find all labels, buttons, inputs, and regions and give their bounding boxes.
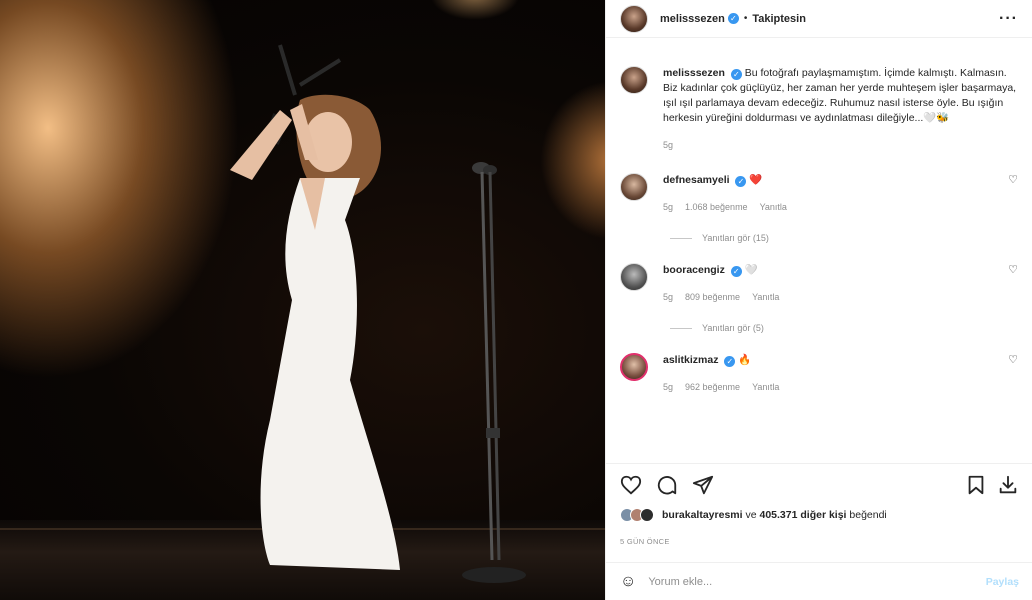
comment-icon[interactable] [656,474,678,496]
avatar[interactable] [620,353,648,381]
avatar[interactable] [620,66,648,94]
liked-by-connector: ve [745,509,757,521]
comment-like-heart-icon[interactable]: ♡ [1008,173,1018,186]
verified-badge-icon: ✓ [727,13,739,24]
liked-by-others[interactable]: 405.371 diğer kişi [759,509,846,521]
comment-likes[interactable]: 962 beğenme [685,382,740,392]
liker-avatars[interactable] [620,508,654,522]
photo-scene [230,44,526,583]
emoji-icon[interactable]: ☺ [620,573,636,591]
author-username[interactable]: melisssezen [660,13,725,25]
comment-username[interactable]: booracengiz [663,264,725,276]
comment-text: 🔥 [738,354,752,366]
liked-by-user[interactable]: burakaltayresmi [662,509,743,521]
replies-line [670,237,692,239]
comment-time[interactable]: 5g [663,292,673,302]
comment-time[interactable]: 5g [663,382,673,392]
bookmark-icon[interactable] [965,474,987,496]
reply-button[interactable]: Yanıtla [752,292,779,302]
view-replies[interactable]: Yanıtları gör (5) [670,323,1022,333]
view-replies-label[interactable]: Yanıtları gör (5) [702,323,764,333]
replies-line [670,327,692,329]
verified-badge-icon: ✓ [724,356,736,367]
more-options-icon[interactable]: ··· [999,10,1018,28]
reply-button[interactable]: Yanıtla [760,202,787,212]
send-icon[interactable] [692,474,714,496]
avatar [640,508,654,522]
comment-text: ❤️ [749,174,763,186]
post-comment-button[interactable]: Paylaş [986,576,1019,588]
action-bar [606,463,1032,505]
avatar[interactable] [620,4,648,33]
post-header: melisssezen ✓ • Takiptesin ··· [606,0,1032,38]
heart-icon[interactable] [620,474,642,496]
comment-time[interactable]: 5g [663,202,673,212]
verified-badge-icon: ✓ [735,176,747,187]
comment-item: booracengiz ✓ 🤍 5g 809 beğenme Yanıtla ♡ [620,249,1022,305]
liked-by-suffix: beğendi [849,509,887,521]
avatar[interactable] [620,263,648,291]
avatar[interactable] [620,173,648,201]
microphone-stand [462,162,526,583]
caption-time[interactable]: 5g [663,140,673,150]
comment-text: 🤍 [744,264,758,276]
verified-badge-icon: ✓ [730,69,742,80]
action-bar-right [955,474,1019,496]
comments-list[interactable]: melisssezen ✓ Bu fotoğrafı paylaşmamıştı… [620,50,1022,460]
separator-dot: • [743,13,748,24]
comment-likes[interactable]: 1.068 beğenme [685,202,748,212]
caption-username[interactable]: melisssezen [663,67,725,79]
comment-like-heart-icon[interactable]: ♡ [1008,263,1018,276]
comment-username[interactable]: aslitkizmaz [663,354,718,366]
follow-status-button[interactable]: Takiptesin [752,13,806,25]
comment-item: aslitkizmaz ✓ 🔥 5g 962 beğenme Yanıtla ♡ [620,339,1022,395]
post-photo[interactable] [0,0,605,600]
comment-likes[interactable]: 809 beğenme [685,292,740,302]
comment-username[interactable]: defnesamyeli [663,174,730,186]
comment-like-heart-icon[interactable]: ♡ [1008,353,1018,366]
comment-input[interactable] [648,575,986,588]
post-date[interactable]: 5 GÜN ÖNCE [620,537,670,546]
view-replies[interactable]: Yanıtları gör (15) [670,233,1022,243]
view-replies-label[interactable]: Yanıtları gör (15) [702,233,769,243]
woman-in-white-dress [230,94,400,570]
download-icon[interactable] [997,474,1019,496]
comment-item: defnesamyeli ✓ ❤️ 5g 1.068 beğenme Yanıtla… [620,159,1022,215]
post-details-panel: melisssezen ✓ • Takiptesin ··· melisssez… [605,0,1032,600]
caption-meta: 5g [663,138,1022,153]
verified-badge-icon: ✓ [730,266,742,277]
comment-composer: ☺ Paylaş [606,562,1032,600]
caption: melisssezen ✓ Bu fotoğrafı paylaşmamıştı… [620,50,1022,153]
liked-by: burakaltayresmi ve 405.371 diğer kişi be… [620,508,887,522]
reply-button[interactable]: Yanıtla [752,382,779,392]
